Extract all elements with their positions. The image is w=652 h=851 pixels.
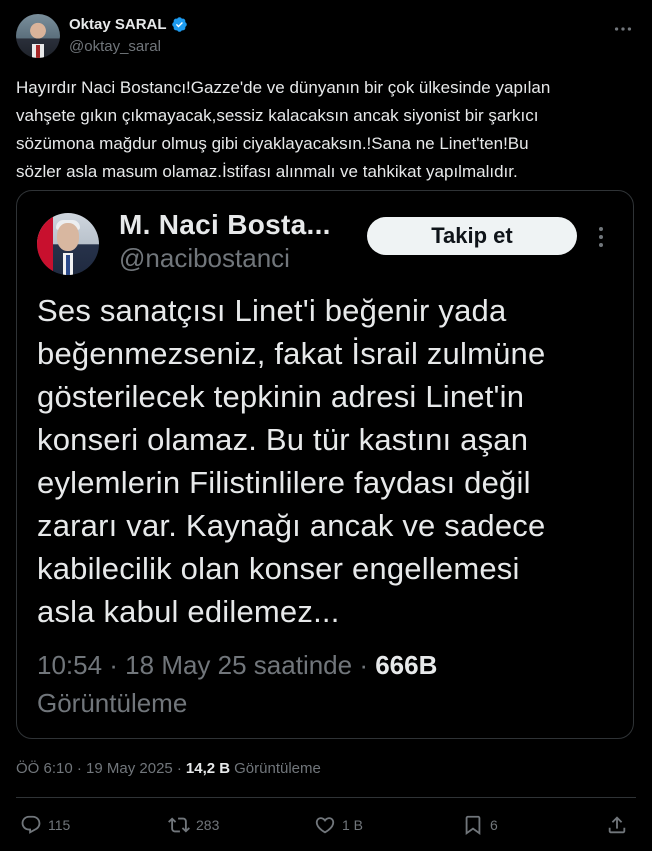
more-icon[interactable]: [612, 18, 634, 40]
author-avatar[interactable]: [16, 14, 60, 58]
tweet-meta: ÖÖ 6:10 · 19 May 2025 · 14,2 B Görüntüle…: [16, 760, 321, 777]
author-name-line[interactable]: Oktay SARAL: [69, 16, 188, 33]
tweet-header: Oktay SARAL @oktay_saral: [16, 12, 636, 60]
tweet-text: Hayırdır Naci Bostancı!Gazze'de ve dünya…: [16, 78, 551, 181]
divider: [16, 797, 636, 798]
like-button[interactable]: 1 B: [314, 814, 363, 836]
repost-count: 283: [196, 817, 220, 833]
views-label: Görüntüleme: [234, 760, 321, 777]
author-handle[interactable]: @oktay_saral: [69, 38, 161, 55]
repost-icon: [168, 817, 190, 833]
bookmark-icon: [465, 815, 481, 836]
share-icon: [608, 816, 626, 834]
embedded-tweet-meta: 10:54 · 18 May 25 saatinde · 666B Görünt…: [37, 646, 617, 722]
repost-button[interactable]: 283: [168, 814, 219, 836]
embedded-follow-button: Takip et: [367, 217, 577, 255]
embedded-timestamp: 10:54 · 18 May 25 saatinde ·: [37, 650, 368, 680]
author-name[interactable]: Oktay SARAL: [69, 16, 167, 33]
embedded-author-handle: @nacibostanci: [119, 243, 290, 273]
bookmark-count: 6: [490, 817, 498, 833]
tweet-timestamp[interactable]: ÖÖ 6:10 · 19 May 2025 ·: [16, 760, 182, 777]
embedded-author-avatar: [37, 213, 99, 275]
views-count: 14,2 B: [185, 760, 231, 777]
embedded-tweet-image[interactable]: M. Naci Bosta... @nacibostanci Takip et …: [16, 190, 634, 739]
embedded-more-icon: [599, 227, 603, 247]
embedded-views-label: Görüntüleme: [37, 688, 188, 718]
embedded-author-name: M. Naci Bosta...: [119, 209, 331, 240]
share-button[interactable]: [606, 814, 628, 836]
reply-count: 115: [48, 817, 71, 833]
embedded-tweet-text: Ses sanatçısı Linet'i beğenir yada beğen…: [37, 293, 546, 629]
embedded-views-count: 666B: [375, 650, 438, 680]
verified-icon: [171, 17, 187, 32]
reply-icon: [21, 815, 41, 834]
reply-button[interactable]: 115: [20, 814, 70, 836]
like-icon: [315, 817, 335, 834]
action-bar: 115 283 1 B 6: [16, 808, 636, 842]
bookmark-button[interactable]: 6: [462, 814, 498, 836]
like-count: 1 B: [342, 817, 364, 833]
